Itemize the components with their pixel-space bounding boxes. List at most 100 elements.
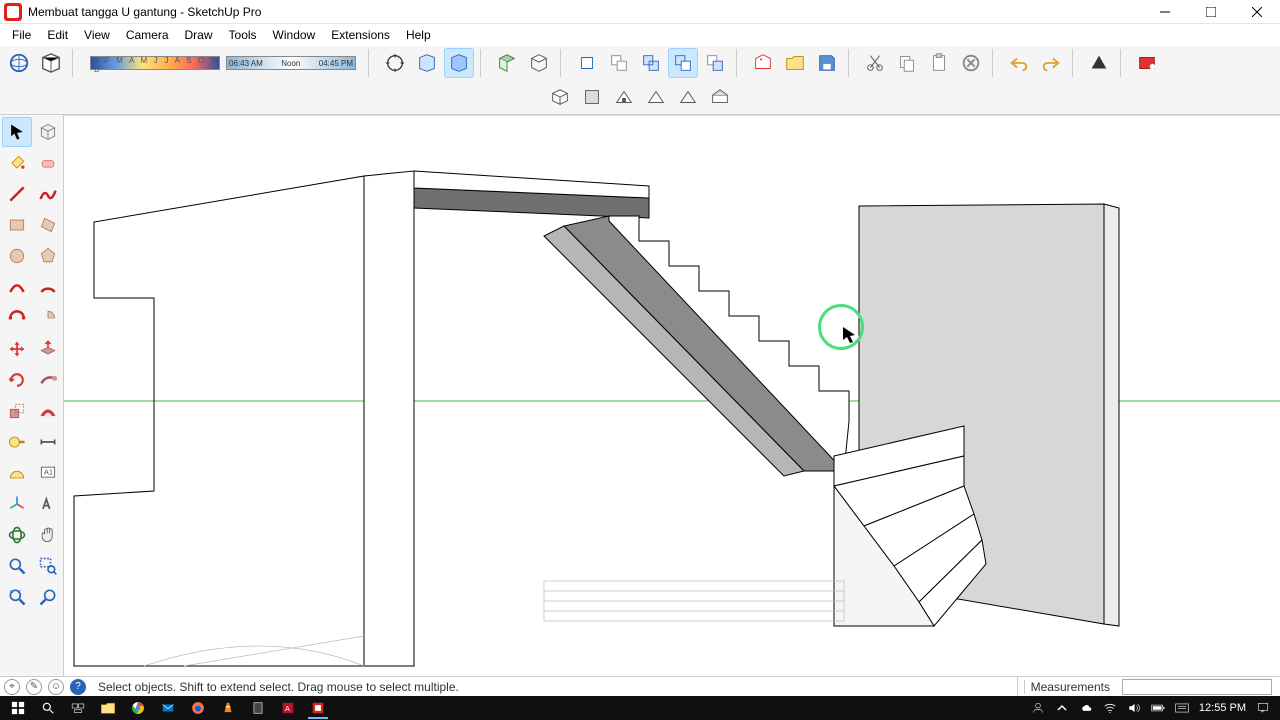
line-tool[interactable] (2, 179, 32, 209)
status-geo-icon[interactable]: ⌖ (4, 679, 20, 695)
pie-tool[interactable] (33, 303, 63, 333)
menu-file[interactable]: File (4, 26, 39, 44)
push-pull-tool[interactable] (33, 334, 63, 364)
menu-help[interactable]: Help (398, 26, 439, 44)
walk-icon[interactable] (444, 48, 474, 78)
union-icon[interactable] (636, 48, 666, 78)
look-around-icon[interactable] (412, 48, 442, 78)
start-button[interactable] (4, 697, 32, 719)
volume-icon[interactable] (1127, 701, 1141, 715)
menu-tools[interactable]: Tools (221, 26, 265, 44)
menu-edit[interactable]: Edit (39, 26, 76, 44)
scale-tool[interactable] (2, 396, 32, 426)
pan-tool[interactable] (33, 520, 63, 550)
position-camera-icon[interactable] (380, 48, 410, 78)
zoom-tool[interactable] (2, 551, 32, 581)
polygon-tool[interactable] (33, 241, 63, 271)
menu-draw[interactable]: Draw (177, 26, 221, 44)
3d-warehouse-icon[interactable] (748, 48, 778, 78)
menu-extensions[interactable]: Extensions (323, 26, 398, 44)
rotate-tool[interactable] (2, 365, 32, 395)
task-view-button[interactable] (64, 697, 92, 719)
menu-camera[interactable]: Camera (118, 26, 177, 44)
intersect-icon[interactable] (604, 48, 634, 78)
previous-view-tool[interactable] (33, 582, 63, 612)
measurements-input[interactable] (1122, 679, 1272, 695)
dimension-tool[interactable] (33, 427, 63, 457)
autocad-icon[interactable]: A (274, 697, 302, 719)
rectangle-tool[interactable] (2, 210, 32, 240)
select-tool[interactable] (2, 117, 32, 147)
back-view-icon[interactable] (673, 82, 703, 112)
circle-tool[interactable] (2, 241, 32, 271)
axes-tool[interactable] (2, 489, 32, 519)
tape-measure-tool[interactable] (2, 427, 32, 457)
model-viewport[interactable] (64, 115, 1280, 676)
keyboard-icon[interactable] (1175, 701, 1189, 715)
zoom-extents-tool[interactable] (2, 582, 32, 612)
file-explorer-icon[interactable] (94, 697, 122, 719)
calculator-icon[interactable] (244, 697, 272, 719)
battery-icon[interactable] (1151, 701, 1165, 715)
undo-icon[interactable] (1004, 48, 1034, 78)
follow-me-tool[interactable] (33, 365, 63, 395)
open-file-icon[interactable] (780, 48, 810, 78)
minimize-button[interactable] (1142, 0, 1188, 24)
close-button[interactable] (1234, 0, 1280, 24)
vlc-icon[interactable] (214, 697, 242, 719)
make-component-tool[interactable] (33, 117, 63, 147)
paint-bucket-tool[interactable] (2, 148, 32, 178)
menu-view[interactable]: View (76, 26, 118, 44)
text-tool[interactable]: A1 (33, 458, 63, 488)
orbit-tool[interactable] (2, 520, 32, 550)
paste-icon[interactable] (924, 48, 954, 78)
status-help-icon[interactable]: ? (70, 679, 86, 695)
3d-text-tool[interactable] (33, 489, 63, 519)
shadow-time-slider[interactable]: 06:43 AM Noon 04:45 PM (226, 56, 356, 70)
search-button[interactable] (34, 697, 62, 719)
copy-icon[interactable] (892, 48, 922, 78)
geo-location-icon[interactable] (4, 48, 34, 78)
delete-icon[interactable] (956, 48, 986, 78)
freehand-tool[interactable] (33, 179, 63, 209)
onedrive-icon[interactable] (1079, 701, 1093, 715)
protractor-tool[interactable] (2, 458, 32, 488)
status-user-icon[interactable]: ☺ (48, 679, 64, 695)
sketchup-taskbar-icon[interactable] (304, 697, 332, 719)
top-view-icon[interactable] (577, 82, 607, 112)
shadow-date-slider[interactable]: J F M A M J J A S O N D (90, 56, 220, 70)
people-icon[interactable] (1031, 701, 1045, 715)
menu-window[interactable]: Window (265, 26, 324, 44)
subtract-icon[interactable] (668, 48, 698, 78)
save-file-icon[interactable] (812, 48, 842, 78)
wifi-icon[interactable] (1103, 701, 1117, 715)
status-credits-icon[interactable]: ✎ (26, 679, 42, 695)
redo-icon[interactable] (1036, 48, 1066, 78)
section-display-icon[interactable] (524, 48, 554, 78)
iso-view-icon[interactable] (545, 82, 575, 112)
2point-arc-tool[interactable] (33, 272, 63, 302)
send-to-layout-icon[interactable] (1084, 48, 1114, 78)
zoom-window-tool[interactable] (33, 551, 63, 581)
outer-shell-icon[interactable] (572, 48, 602, 78)
offset-tool[interactable] (33, 396, 63, 426)
trim-icon[interactable] (700, 48, 730, 78)
rotated-rectangle-tool[interactable] (33, 210, 63, 240)
move-tool[interactable] (2, 334, 32, 364)
tray-chevron-icon[interactable] (1055, 701, 1069, 715)
eraser-tool[interactable] (33, 148, 63, 178)
section-plane-icon[interactable] (492, 48, 522, 78)
mail-icon[interactable] (154, 697, 182, 719)
notifications-icon[interactable] (1256, 701, 1270, 715)
taskbar-clock[interactable]: 12:55 PM (1199, 702, 1246, 714)
right-view-icon[interactable] (641, 82, 671, 112)
extension-warehouse-icon[interactable] (1132, 48, 1162, 78)
arc-tool[interactable] (2, 272, 32, 302)
model-info-icon[interactable] (36, 48, 66, 78)
maximize-button[interactable] (1188, 0, 1234, 24)
system-tray[interactable]: 12:55 PM (1031, 701, 1276, 715)
front-view-icon[interactable] (609, 82, 639, 112)
left-view-icon[interactable] (705, 82, 735, 112)
3point-arc-tool[interactable] (2, 303, 32, 333)
cut-icon[interactable] (860, 48, 890, 78)
